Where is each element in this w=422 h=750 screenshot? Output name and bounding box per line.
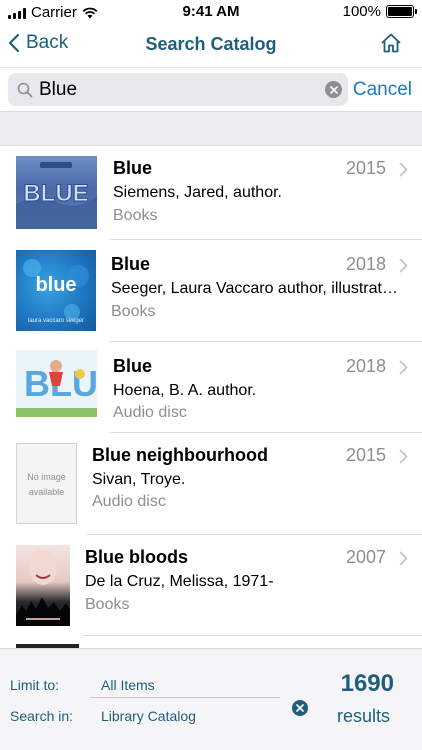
book-cover-image: blue laura vaccaro seeger	[16, 250, 96, 331]
list-item[interactable]: blue laura vaccaro seeger Blue 2018 Seeg…	[0, 240, 422, 342]
list-item[interactable]: BLUE Blue 2018 Hoena, B. A. author. Audi…	[0, 342, 422, 433]
svg-text:BLUE: BLUE	[23, 180, 88, 207]
battery-percent: 100%	[342, 3, 381, 20]
item-format: Books	[85, 596, 130, 613]
item-year: 2018	[345, 254, 386, 274]
list-item[interactable]: Blue bloods 2007 De la Cruz, Melissa, 19…	[0, 535, 422, 636]
item-year: 2018	[345, 356, 386, 376]
cover-title-text: blue	[35, 274, 77, 296]
item-year: 2007	[345, 547, 386, 567]
navigation-bar: Back Search Catalog	[0, 26, 422, 64]
no-image-text: No image available	[27, 472, 66, 497]
footer-divider	[90, 697, 280, 698]
results-count: 1690	[340, 670, 394, 697]
item-author: Siemens, Jared, author.	[113, 184, 282, 201]
item-author: De la Cruz, Melissa, 1971-	[85, 573, 274, 590]
search-catalog-screen: Carrier 9:41 AM 100% Back Search Catalog	[0, 0, 422, 750]
results-label: results	[336, 706, 390, 726]
search-input[interactable]	[39, 78, 309, 101]
battery-icon	[386, 5, 417, 18]
list-item[interactable]	[0, 636, 422, 648]
search-box	[8, 73, 348, 106]
close-icon	[296, 704, 304, 712]
cancel-button[interactable]: Cancel	[353, 79, 412, 101]
search-in-label: Search in:	[10, 708, 74, 724]
clear-search-button[interactable]	[325, 81, 342, 98]
list-item[interactable]: BLUE Blue 2015 Siemens, Jared, author. B…	[0, 146, 422, 240]
book-cover-image: BLUE	[16, 156, 97, 229]
item-year: 2015	[345, 445, 386, 465]
item-title: Blue	[113, 356, 153, 376]
clear-filters-button[interactable]	[292, 700, 308, 716]
item-title: Blue neighbourhood	[92, 445, 268, 465]
search-row: Cancel	[0, 67, 422, 111]
no-image-placeholder: No image available	[16, 443, 77, 524]
close-icon	[329, 85, 338, 94]
item-title: Blue	[113, 158, 153, 178]
list-item[interactable]: No image available Blue neighbourhood 20…	[0, 433, 422, 535]
chevron-right-icon	[399, 162, 408, 177]
item-format: Audio disc	[113, 404, 187, 421]
item-format: Audio disc	[92, 493, 166, 510]
item-year: 2015	[345, 158, 386, 178]
chevron-right-icon	[399, 551, 408, 566]
item-author: Hoena, B. A. author.	[113, 382, 257, 399]
section-spacer	[0, 111, 422, 146]
status-bar: Carrier 9:41 AM 100%	[0, 0, 422, 26]
item-title: Blue	[111, 254, 151, 274]
book-cover-image: BLUE	[16, 350, 97, 417]
battery-indicator: 100%	[342, 3, 417, 20]
item-format: Books	[113, 207, 158, 224]
cover-author-text: laura vaccaro seeger	[27, 318, 85, 324]
item-format: Books	[111, 303, 156, 320]
search-footer	[0, 648, 422, 750]
item-author: Seeger, Laura Vaccaro author, illustrat…	[111, 280, 398, 297]
item-author: Sivan, Troye.	[92, 471, 186, 488]
search-in-selector[interactable]: Library Catalog	[101, 708, 196, 724]
search-icon	[17, 82, 33, 97]
limit-to-selector[interactable]: All Items	[101, 677, 155, 693]
chevron-right-icon	[399, 449, 408, 464]
limit-to-label: Limit to:	[10, 677, 60, 693]
chevron-right-icon	[399, 258, 408, 273]
home-icon[interactable]	[380, 32, 402, 54]
results-list: BLUE Blue 2015 Siemens, Jared, author. B…	[0, 146, 422, 648]
book-cover-image	[16, 545, 70, 626]
chevron-right-icon	[399, 360, 408, 375]
item-title: Blue bloods	[85, 547, 188, 567]
page-title: Search Catalog	[145, 34, 277, 54]
